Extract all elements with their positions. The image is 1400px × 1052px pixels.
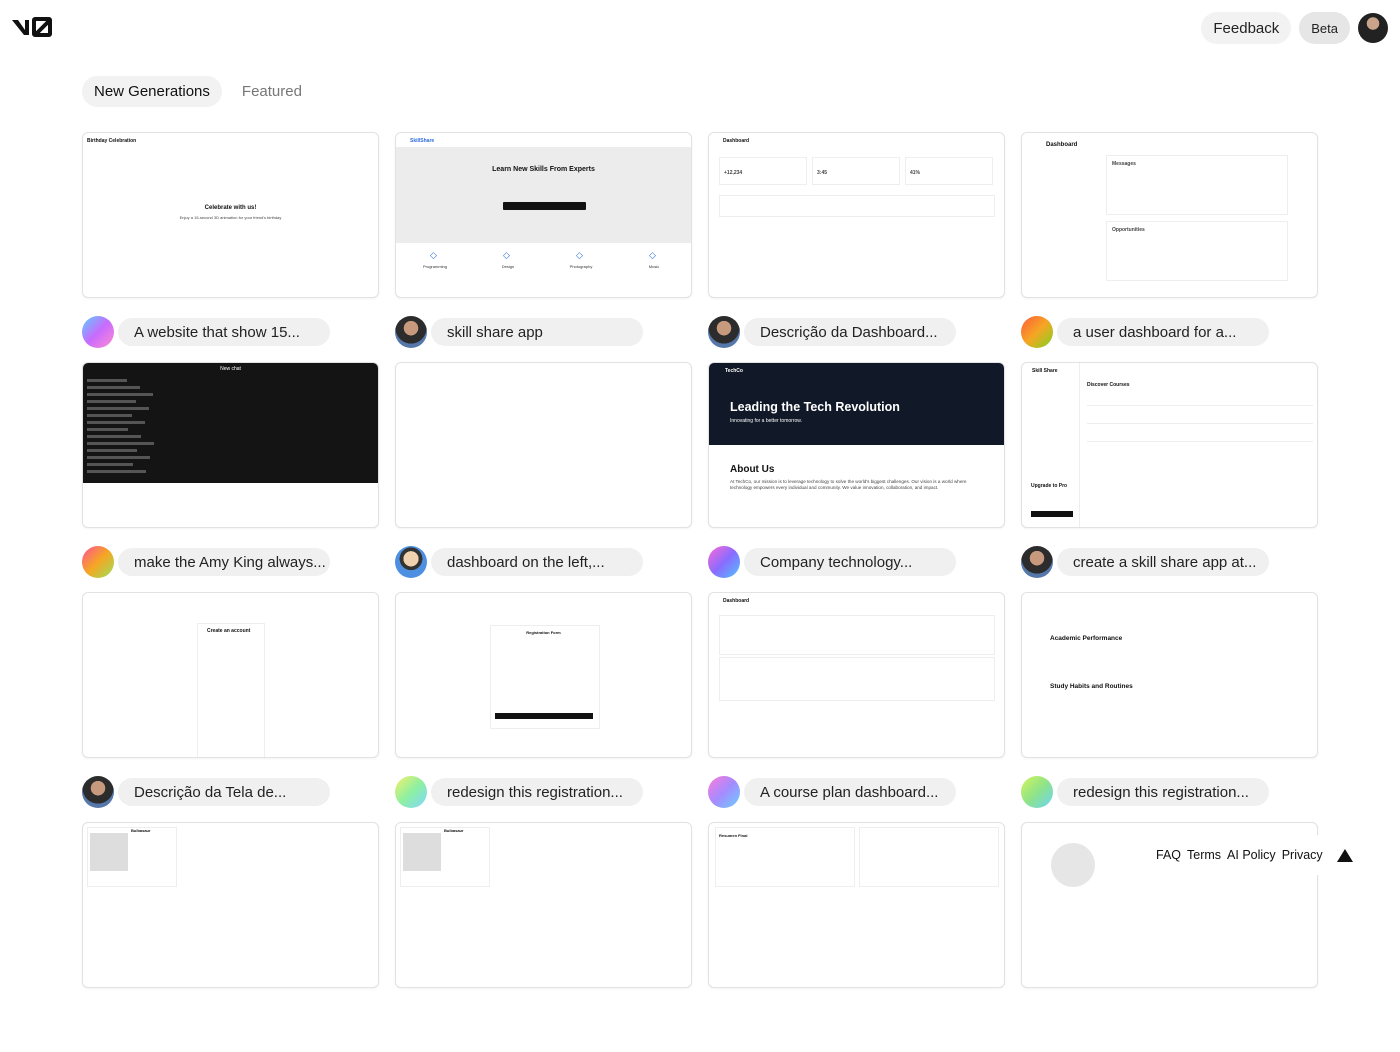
prompt-label[interactable]: Descrição da Dashboard... [744,318,956,346]
user-avatar[interactable] [1358,13,1388,43]
prompt-label[interactable]: Company technology... [744,548,956,576]
beta-badge[interactable]: Beta [1299,12,1350,44]
generation-card[interactable]: Create an account Descrição da Tela de... [82,592,379,822]
thumb-category: Design [501,264,515,269]
generation-thumbnail[interactable]: Create an account [82,592,379,758]
faq-link[interactable]: FAQ [1156,848,1181,862]
generation-card[interactable]: SkillShare Learn New Skills From Experts ◇… [395,132,692,362]
thumb-title: SkillShare [410,138,435,144]
thumb-category: Programming [422,264,447,269]
thumb-title: Bulbasaur [444,828,464,833]
terms-link[interactable]: Terms [1187,848,1221,862]
generation-card[interactable]: Skill Share Discover Courses Upgrade to Pr… [1021,362,1318,592]
generation-thumbnail[interactable]: Dashboard Messages Opportunities [1021,132,1318,298]
generation-card[interactable]: TechCo Leading the Tech Revolution Innovat… [708,362,1005,592]
thumb-title: Skill Share [1032,368,1058,374]
generation-card[interactable]: Bulbasaur [82,822,379,1052]
prompt-label[interactable]: redesign this registration... [1057,778,1269,806]
thumb-stat: 3:45 [817,170,828,176]
thumb-upgrade: Upgrade to Pro [1031,483,1068,489]
prompt-label[interactable]: skill share app [431,318,643,346]
thumb-section: Messages [1112,161,1136,167]
generation-thumbnail[interactable]: Skill Share Discover Courses Upgrade to Pr… [1021,362,1318,528]
thumb-title: Dashboard [1046,142,1078,148]
generation-thumbnail[interactable]: New chat [82,362,379,528]
author-avatar[interactable] [708,776,740,808]
generation-thumbnail[interactable]: Bulbasaur [82,822,379,988]
thumb-text: At TechCo, our mission is to leverage te… [730,479,967,491]
author-avatar[interactable] [1021,546,1053,578]
thumb-title: Dashboard [723,138,750,144]
thumb-title: Dashboard [723,598,750,604]
author-avatar[interactable] [82,776,114,808]
generation-thumbnail[interactable]: Dashboard [708,592,1005,758]
prompt-label[interactable]: redesign this registration... [431,778,643,806]
author-avatar[interactable] [1021,776,1053,808]
generation-card[interactable]: Bulbasaur [395,822,692,1052]
footer: FAQ Terms AI Policy Privacy [1140,835,1400,875]
thumb-heading: Create an account [207,628,251,634]
thumb-heading: Discover Courses [1087,382,1130,388]
author-avatar[interactable] [82,546,114,578]
v0-logo[interactable] [12,16,52,43]
prompt-label[interactable]: make the Amy King always... [118,548,330,576]
thumb-sub: Innovating for a better tomorrow. [730,418,802,424]
prompt-label[interactable]: dashboard on the left,... [431,548,643,576]
author-avatar[interactable] [395,546,427,578]
thumb-stat: 41% [910,170,921,176]
generation-card[interactable]: dashboard on the left,... [395,362,692,592]
thumb-heading: Study Habits and Routines [1050,683,1133,690]
thumb-title: Birthday Celebration [87,138,137,144]
thumb-heading: Celebrate with us! [204,205,257,211]
generation-thumbnail[interactable]: Dashboard +12,234 3:45 41% [708,132,1005,298]
vercel-logo-icon[interactable] [1336,848,1353,862]
generation-thumbnail[interactable]: SkillShare Learn New Skills From Experts ◇… [395,132,692,298]
generation-card[interactable]: Resumen Final [708,822,1005,1052]
privacy-link[interactable]: Privacy [1282,848,1323,862]
prompt-label[interactable]: A website that show 15... [118,318,330,346]
author-avatar[interactable] [395,316,427,348]
author-avatar[interactable] [708,546,740,578]
ai-policy-link[interactable]: AI Policy [1227,848,1276,862]
thumb-heading: Leading the Tech Revolution [730,400,900,414]
generation-thumbnail[interactable]: Bulbasaur [395,822,692,988]
generation-card[interactable]: New chat make the Amy King always... [82,362,379,592]
thumb-category: Music [648,264,660,269]
generation-card[interactable]: Registration Form redesign this registrat… [395,592,692,822]
author-avatar[interactable] [1021,316,1053,348]
generation-card[interactable]: Academic Performance Study Habits and Rou… [1021,592,1318,822]
thumb-heading: Learn New Skills From Experts [492,166,595,173]
generation-card[interactable]: Birthday Celebration Celebrate with us! En… [82,132,379,362]
thumb-heading: Academic Performance [1050,635,1123,642]
author-avatar[interactable] [708,316,740,348]
generation-card[interactable]: Dashboard A course plan dashboard... [708,592,1005,822]
generation-thumbnail[interactable]: Birthday Celebration Celebrate with us! En… [82,132,379,298]
thumb-heading: Registration Form [526,630,561,635]
thumb-sub: Enjoy a 15-second 3D animation for your … [179,215,282,220]
thumb-title: Bulbasaur [131,828,151,833]
tab-featured[interactable]: Featured [230,76,314,107]
generation-card[interactable]: Dashboard Messages Opportunities a user das… [1021,132,1318,362]
prompt-label[interactable]: create a skill share app at... [1057,548,1269,576]
thumb-category: Photography [569,264,593,269]
thumb-about: About Us [730,464,775,475]
generation-thumbnail[interactable]: TechCo Leading the Tech Revolution Innovat… [708,362,1005,528]
thumb-section: Opportunities [1112,227,1145,233]
feedback-button[interactable]: Feedback [1201,12,1292,44]
thumb-stat: +12,234 [724,170,743,176]
generation-thumbnail[interactable] [395,362,692,528]
thumb-title: New chat [220,366,241,372]
prompt-label[interactable]: a user dashboard for a... [1057,318,1269,346]
generation-card[interactable]: Dashboard +12,234 3:45 41% Descrição da Dash… [708,132,1005,362]
prompt-label[interactable]: A course plan dashboard... [744,778,956,806]
tab-new-generations[interactable]: New Generations [82,76,222,107]
author-avatar[interactable] [395,776,427,808]
generations-grid: Birthday Celebration Celebrate with us! En… [82,132,1318,1052]
author-avatar[interactable] [82,316,114,348]
prompt-label[interactable]: Descrição da Tela de... [118,778,330,806]
generation-thumbnail[interactable]: Academic Performance Study Habits and Rou… [1021,592,1318,758]
thumb-title: TechCo [725,368,743,374]
generation-thumbnail[interactable]: Resumen Final [708,822,1005,988]
generation-thumbnail[interactable]: Registration Form [395,592,692,758]
